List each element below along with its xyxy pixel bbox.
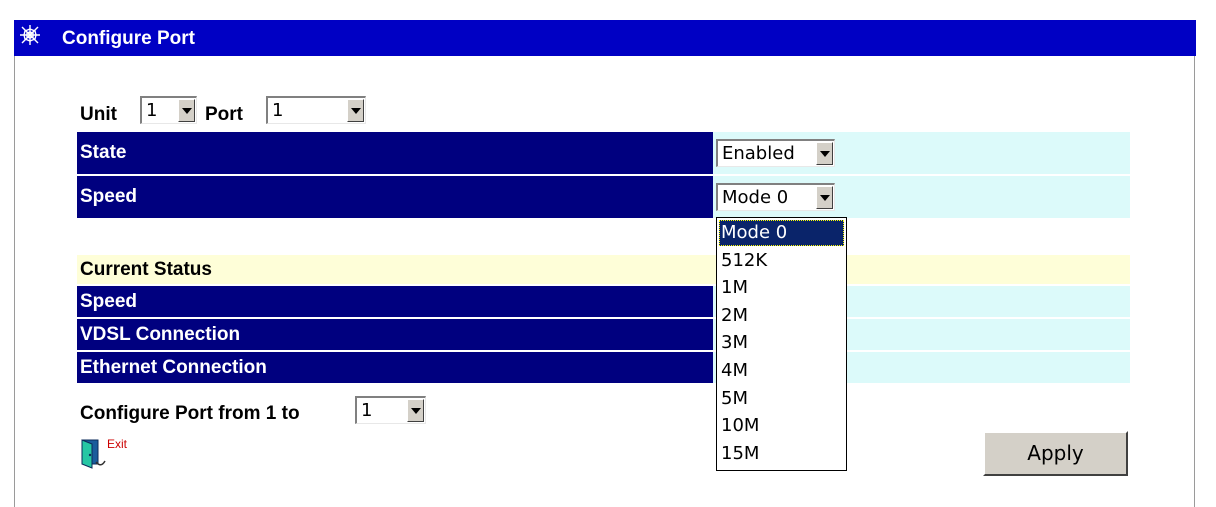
chevron-down-icon[interactable] xyxy=(178,99,195,122)
unit-select-value: 1 xyxy=(146,100,158,121)
state-label: State xyxy=(77,132,713,174)
speed-select-value: Mode 0 xyxy=(722,187,789,208)
speed-option[interactable]: 15M xyxy=(719,441,844,467)
speed-option[interactable]: Mode 0 xyxy=(719,220,844,246)
status-speed-label: Speed xyxy=(77,286,713,317)
port-select[interactable]: 1 xyxy=(266,96,366,124)
ethernet-connection-label: Ethernet Connection xyxy=(77,352,713,383)
speed-option[interactable]: 1M xyxy=(719,275,844,301)
speed-config-label: Speed xyxy=(77,176,713,218)
speed-option[interactable]: 512K xyxy=(719,248,844,274)
chevron-down-icon[interactable] xyxy=(816,186,833,209)
page-title: Configure Port xyxy=(62,28,195,49)
vdsl-connection-label: VDSL Connection xyxy=(77,319,713,350)
exit-label[interactable]: Exit xyxy=(107,437,127,451)
chevron-down-icon[interactable] xyxy=(347,99,364,122)
state-select-value: Enabled xyxy=(722,143,795,164)
unit-label: Unit xyxy=(80,104,117,125)
current-status-header: Current Status xyxy=(77,255,1130,284)
chevron-down-icon[interactable] xyxy=(816,142,833,165)
web-icon xyxy=(19,24,41,46)
unit-select[interactable]: 1 xyxy=(140,96,197,124)
port-select-value: 1 xyxy=(272,100,284,121)
state-select[interactable]: Enabled xyxy=(716,139,835,167)
speed-option[interactable]: 4M xyxy=(719,358,844,384)
port-range-select-value: 1 xyxy=(361,400,373,421)
speed-option[interactable]: 2M xyxy=(719,303,844,329)
speed-dropdown-list[interactable]: Mode 0 512K 1M 2M 3M 4M 5M 10M 15M xyxy=(716,217,847,471)
port-label: Port xyxy=(205,104,243,125)
speed-option[interactable]: 3M xyxy=(719,330,844,356)
door-exit-icon xyxy=(81,439,106,469)
chevron-down-icon[interactable] xyxy=(407,399,424,422)
speed-option[interactable]: 10M xyxy=(719,413,844,439)
speed-select[interactable]: Mode 0 xyxy=(716,183,835,211)
port-range-label: Configure Port from 1 to xyxy=(80,403,300,424)
speed-option[interactable]: 5M xyxy=(719,386,844,412)
apply-button[interactable]: Apply xyxy=(983,431,1128,476)
port-range-select[interactable]: 1 xyxy=(355,396,426,424)
